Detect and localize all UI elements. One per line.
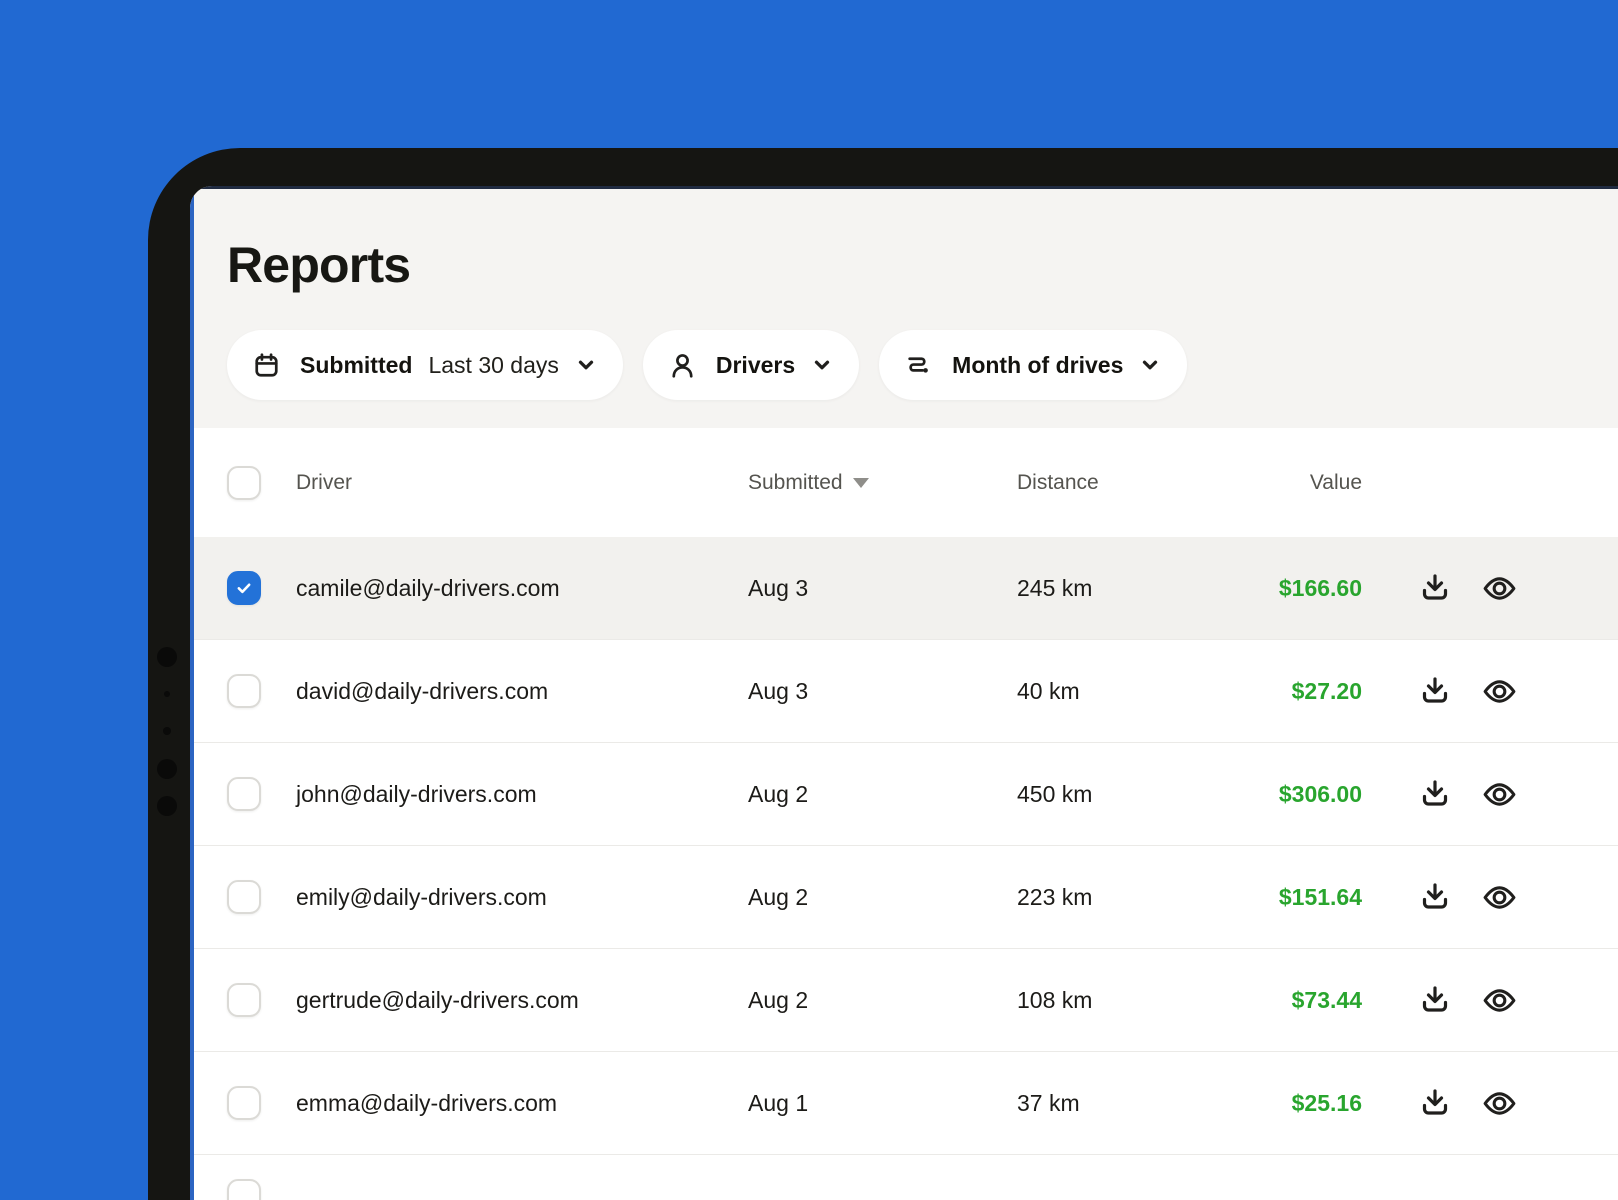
page-title: Reports xyxy=(227,237,411,293)
column-header-value: Value xyxy=(1309,470,1362,494)
driver-email: emma@daily-drivers.com xyxy=(296,1089,558,1116)
driver-email: camile@daily-drivers.com xyxy=(296,574,560,601)
chevron-down-icon xyxy=(1143,360,1158,370)
distance-value: 245 km xyxy=(1017,574,1093,601)
reports-table: Driver Submitted Distance Value camile@d… xyxy=(190,428,1618,1200)
report-value: $27.20 xyxy=(1291,677,1362,704)
row-checkbox[interactable] xyxy=(227,674,261,708)
distance-value: 37 km xyxy=(1017,1089,1080,1116)
view-button[interactable] xyxy=(1480,878,1518,916)
filter-month-of-drives-button[interactable]: Month of drives xyxy=(879,330,1188,400)
distance-value: 40 km xyxy=(1017,677,1080,704)
select-all-checkbox[interactable] xyxy=(227,465,261,500)
table-row[interactable]: emily@daily-drivers.com Aug 2 223 km $15… xyxy=(190,846,1618,949)
calendar-icon xyxy=(255,352,278,377)
view-button[interactable] xyxy=(1480,569,1518,607)
filter-submitted-button[interactable]: Submitted Last 30 days xyxy=(227,330,623,400)
download-icon xyxy=(1422,780,1448,806)
filter-label: Drivers xyxy=(715,351,796,378)
view-button[interactable] xyxy=(1480,672,1518,710)
download-icon xyxy=(1422,574,1448,600)
submitted-date: Aug 2 xyxy=(748,986,809,1013)
next-row-checkbox-partial[interactable] xyxy=(227,1179,261,1200)
view-button[interactable] xyxy=(1480,981,1518,1019)
download-button[interactable] xyxy=(1416,672,1454,710)
camera-dot xyxy=(157,647,177,667)
column-header-submitted[interactable]: Submitted xyxy=(748,471,1017,495)
download-icon xyxy=(1422,986,1448,1012)
row-checkbox[interactable] xyxy=(227,880,261,914)
desktop-background: { "page": { "title": "Reports" }, "filte… xyxy=(0,0,1618,1200)
driver-email: david@daily-drivers.com xyxy=(296,677,549,704)
chevron-down-icon xyxy=(815,360,830,370)
table-row[interactable]: john@daily-drivers.com Aug 2 450 km $306… xyxy=(190,743,1618,846)
camera-dot xyxy=(157,759,177,779)
person-icon xyxy=(672,353,693,378)
table-row-partial xyxy=(190,1155,1618,1200)
filter-label: Month of drives xyxy=(952,351,1124,378)
report-value: $25.16 xyxy=(1291,1089,1362,1116)
filter-value: Last 30 days xyxy=(428,351,559,378)
camera-dot xyxy=(164,691,170,697)
driver-email: john@daily-drivers.com xyxy=(296,780,537,807)
column-header-distance: Distance xyxy=(1017,470,1099,494)
download-icon xyxy=(1422,883,1448,909)
screen-edge-left xyxy=(190,186,194,1200)
report-value: $73.44 xyxy=(1291,986,1362,1013)
row-checkbox[interactable] xyxy=(227,777,261,811)
download-button[interactable] xyxy=(1416,1084,1454,1122)
download-button[interactable] xyxy=(1416,569,1454,607)
check-icon xyxy=(237,583,251,594)
table-row[interactable]: gertrude@daily-drivers.com Aug 2 108 km … xyxy=(190,949,1618,1052)
filter-bar: Submitted Last 30 days Drivers Month of … xyxy=(227,330,1188,400)
distance-value: 223 km xyxy=(1017,883,1093,910)
eye-icon xyxy=(1483,988,1515,1012)
row-checkbox-checked[interactable] xyxy=(227,571,261,605)
view-button[interactable] xyxy=(1480,775,1518,813)
table-row[interactable]: emma@daily-drivers.com Aug 1 37 km $25.1… xyxy=(190,1052,1618,1155)
report-value: $166.60 xyxy=(1278,574,1362,601)
download-button[interactable] xyxy=(1416,878,1454,916)
sort-desc-icon xyxy=(852,477,869,488)
view-button[interactable] xyxy=(1480,1084,1518,1122)
driver-email: emily@daily-drivers.com xyxy=(296,883,547,910)
submitted-date: Aug 3 xyxy=(748,574,809,601)
eye-icon xyxy=(1483,885,1515,909)
row-checkbox[interactable] xyxy=(227,1086,261,1120)
driver-email: gertrude@daily-drivers.com xyxy=(296,986,579,1013)
table-header: Driver Submitted Distance Value xyxy=(190,428,1618,537)
report-value: $306.00 xyxy=(1278,780,1362,807)
camera-dot xyxy=(157,796,177,816)
table-row[interactable]: camile@daily-drivers.com Aug 3 245 km $1… xyxy=(190,537,1618,640)
download-button[interactable] xyxy=(1416,981,1454,1019)
eye-icon xyxy=(1483,1091,1515,1115)
table-row[interactable]: david@daily-drivers.com Aug 3 40 km $27.… xyxy=(190,640,1618,743)
filter-drivers-button[interactable]: Drivers xyxy=(642,330,860,400)
submitted-date: Aug 3 xyxy=(748,677,809,704)
eye-icon xyxy=(1483,782,1515,806)
download-button[interactable] xyxy=(1416,775,1454,813)
submitted-date: Aug 1 xyxy=(748,1089,809,1116)
submitted-date: Aug 2 xyxy=(748,780,809,807)
app-screen: Reports Submitted Last 30 days Drivers M… xyxy=(190,186,1618,1200)
distance-value: 450 km xyxy=(1017,780,1093,807)
distance-value: 108 km xyxy=(1017,986,1093,1013)
row-checkbox[interactable] xyxy=(227,983,261,1017)
camera-dot xyxy=(163,727,171,735)
submitted-date: Aug 2 xyxy=(748,883,809,910)
download-icon xyxy=(1422,1089,1448,1115)
column-header-driver: Driver xyxy=(296,470,352,494)
download-icon xyxy=(1422,677,1448,703)
eye-icon xyxy=(1483,576,1515,600)
filter-label: Submitted xyxy=(300,351,413,378)
chevron-down-icon xyxy=(578,360,594,370)
screen-edge-top xyxy=(190,186,1618,189)
eye-icon xyxy=(1483,679,1515,703)
report-value: $151.64 xyxy=(1278,883,1362,910)
route-icon xyxy=(908,356,929,373)
